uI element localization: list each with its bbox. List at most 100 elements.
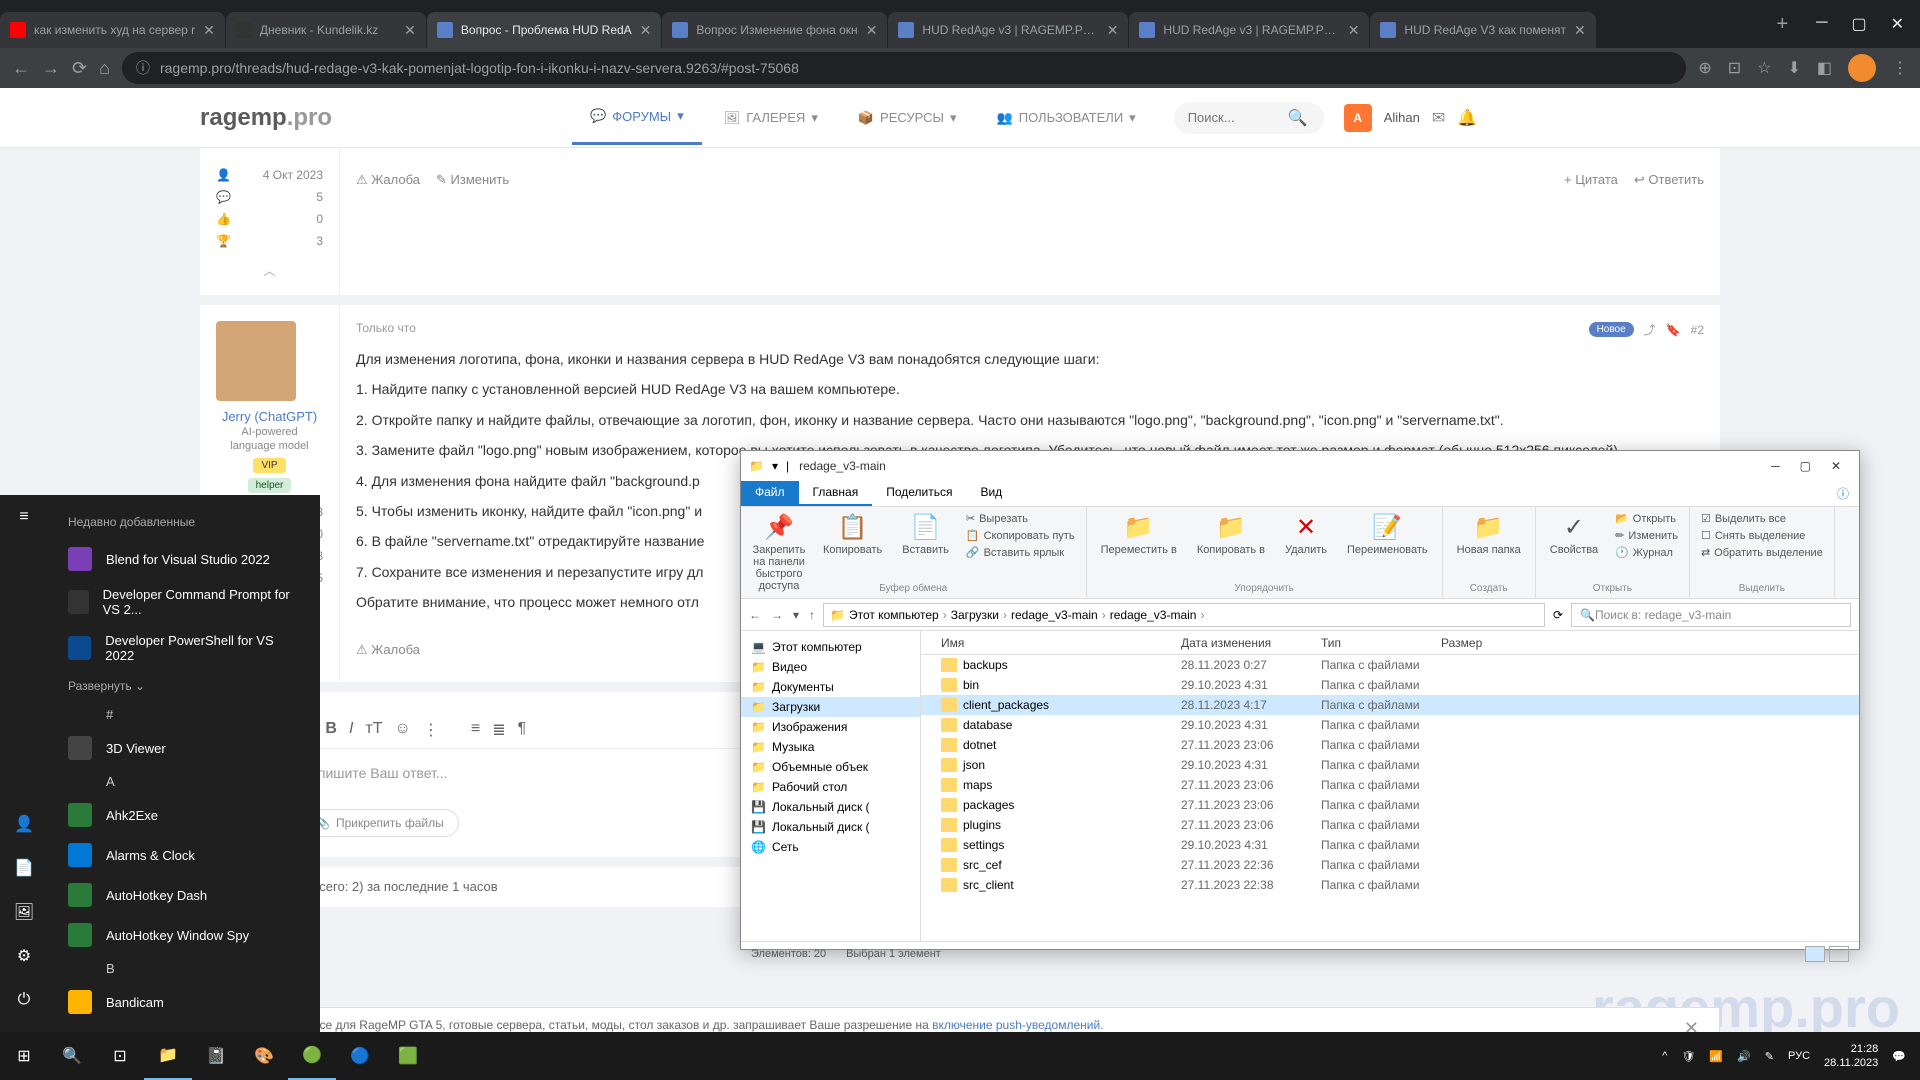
view-details[interactable]	[1805, 946, 1825, 962]
browser-tab[interactable]: HUD RedAge V3 как поменят✕	[1370, 12, 1595, 48]
browser-tab[interactable]: Вопрос - Проблема HUD RedA✕	[427, 12, 662, 48]
file-row[interactable]: maps27.11.2023 23:06Папка с файлами	[921, 775, 1859, 795]
start-menu-expand[interactable]: ≡	[0, 495, 48, 539]
start-documents[interactable]: 📄	[0, 846, 48, 890]
report-link[interactable]: ⚠ Жалоба	[356, 172, 420, 188]
edit-button[interactable]: ✏ Изменить	[1612, 528, 1681, 543]
reload-button[interactable]: ⟳	[72, 58, 87, 79]
app-2[interactable]: 🎨	[240, 1032, 288, 1080]
profile-avatar[interactable]	[1848, 54, 1876, 82]
attach-button[interactable]: 📎 Прикрепить файлы	[300, 809, 459, 837]
nav-up[interactable]: ↑	[809, 608, 815, 622]
user-avatar[interactable]: A	[1344, 104, 1372, 132]
file-row[interactable]: settings29.10.2023 4:31Папка с файлами	[921, 835, 1859, 855]
copy-button[interactable]: 📋Копировать	[817, 511, 888, 558]
tree-item[interactable]: 🌐Сеть	[741, 837, 920, 857]
tree-item[interactable]: 💻Этот компьютер	[741, 637, 920, 657]
newfolder-button[interactable]: 📁Новая папка	[1451, 511, 1527, 558]
more-icon[interactable]: ⋮	[423, 720, 439, 740]
start-app-item[interactable]: AutoHotkey Window Spy	[48, 915, 320, 955]
notifications-icon[interactable]: 🔔	[1457, 108, 1477, 128]
tree-item[interactable]: 📁Объемные объек	[741, 757, 920, 777]
file-row[interactable]: backups28.11.2023 0:27Папка с файлами	[921, 655, 1859, 675]
col-size[interactable]: Размер	[1441, 636, 1521, 650]
col-name[interactable]: Имя	[921, 636, 1181, 650]
list-icon[interactable]: ≡	[471, 720, 480, 740]
file-row[interactable]: src_client27.11.2023 22:38Папка с файлам…	[921, 875, 1859, 895]
site-logo[interactable]: ragemp.pro	[200, 104, 332, 132]
close-explorer[interactable]: ✕	[1831, 459, 1841, 473]
tree-item[interactable]: 📁Видео	[741, 657, 920, 677]
tray-volume[interactable]: 🔊	[1737, 1050, 1751, 1063]
close-tab-icon[interactable]: ✕	[1107, 22, 1119, 39]
expand-recent[interactable]: Развернуть ⌄	[48, 671, 320, 701]
start-pictures[interactable]: 🖼	[0, 890, 48, 934]
download-icon[interactable]: ⬇	[1787, 58, 1800, 78]
back-button[interactable]: ←	[12, 58, 30, 79]
install-icon[interactable]: ⊕	[1698, 58, 1711, 78]
tree-item[interactable]: 📁Рабочий стол	[741, 777, 920, 797]
author-name[interactable]: Jerry (ChatGPT)	[216, 409, 323, 424]
search-icon[interactable]: 🔍	[1288, 108, 1308, 128]
start-power[interactable]: ⏻	[0, 978, 48, 1022]
file-row[interactable]: database29.10.2023 4:31Папка с файлами	[921, 715, 1859, 735]
tree-item[interactable]: 📁Документы	[741, 677, 920, 697]
start-app-item[interactable]: Bandicam	[48, 982, 320, 1022]
close-window[interactable]: ✕	[1891, 14, 1904, 34]
search-button[interactable]: 🔍	[48, 1032, 96, 1080]
close-tab-icon[interactable]: ✕	[640, 22, 652, 39]
nav-gallery[interactable]: 🖼 ГАЛЕРЕЯ ▾	[706, 90, 836, 145]
start-letter-header[interactable]: A	[48, 768, 320, 795]
ribbon-tab-share[interactable]: Поделиться	[872, 481, 966, 506]
deselect-button[interactable]: ☐ Снять выделение	[1698, 528, 1826, 543]
paste-button[interactable]: 📄Вставить	[896, 511, 955, 558]
align-icon[interactable]: ≣	[492, 720, 505, 740]
italic-icon[interactable]: I	[349, 720, 353, 740]
tree-item[interactable]: 📁Изображения	[741, 717, 920, 737]
start-app-item[interactable]: 3D Viewer	[48, 728, 320, 768]
site-info-icon[interactable]: ⓘ	[136, 58, 150, 78]
explorer-taskbar[interactable]: 📁	[144, 1032, 192, 1080]
ribbon-tab-view[interactable]: Вид	[966, 481, 1016, 506]
file-row[interactable]: src_cef27.11.2023 22:36Папка с файлами	[921, 855, 1859, 875]
start-app-item[interactable]: Alarms & Clock	[48, 835, 320, 875]
post-number[interactable]: #2	[1691, 323, 1704, 337]
edit-link[interactable]: ✎ Изменить	[436, 172, 509, 188]
url-bar[interactable]: ⓘ ragemp.pro/threads/hud-redage-v3-kak-p…	[122, 52, 1686, 84]
delete-button[interactable]: ✕Удалить	[1279, 511, 1333, 558]
close-tab-icon[interactable]: ✕	[1348, 22, 1360, 39]
forward-button[interactable]: →	[42, 58, 60, 79]
tray-wifi[interactable]: 📶	[1709, 1050, 1723, 1063]
nav-forward[interactable]: →	[771, 608, 783, 622]
start-app-item[interactable]: Ahk2Exe	[48, 795, 320, 835]
file-row[interactable]: client_packages28.11.2023 4:17Папка с фа…	[921, 695, 1859, 715]
browser-tab[interactable]: Вопрос Изменение фона окн✕	[662, 12, 887, 48]
nav-resources[interactable]: 📦 РЕСУРСЫ ▾	[840, 90, 975, 145]
taskbar-clock[interactable]: 21:28 28.11.2023	[1824, 1042, 1878, 1071]
collapse-button[interactable]: ︿	[216, 262, 323, 279]
tray-chevron[interactable]: ^	[1662, 1050, 1667, 1062]
ribbon-tab-file[interactable]: Файл	[741, 481, 799, 506]
author-avatar[interactable]	[216, 321, 296, 401]
file-row[interactable]: packages27.11.2023 23:06Папка с файлами	[921, 795, 1859, 815]
col-type[interactable]: Тип	[1321, 636, 1441, 650]
tray-icon-2[interactable]: ✎	[1765, 1050, 1774, 1063]
browser-tab[interactable]: Дневник - Kundelik.kz✕	[226, 12, 426, 48]
para-icon[interactable]: ¶	[518, 720, 527, 740]
breadcrumb-item[interactable]: Этот компьютер	[849, 608, 939, 622]
notif-link[interactable]: включение push-уведомлений.	[932, 1018, 1103, 1032]
move-button[interactable]: 📁Переместить в	[1095, 511, 1183, 558]
textsize-icon[interactable]: тТ	[365, 720, 382, 740]
tree-item[interactable]: 📁Музыка	[741, 737, 920, 757]
app-1[interactable]: 📓	[192, 1032, 240, 1080]
start-letter-header[interactable]: #	[48, 701, 320, 728]
start-recent-item[interactable]: Developer PowerShell for VS 2022	[48, 625, 320, 671]
close-tab-icon[interactable]: ✕	[404, 22, 416, 39]
start-recent-item[interactable]: Blend for Visual Studio 2022	[48, 539, 320, 579]
search-input[interactable]	[1188, 110, 1288, 125]
translate-icon[interactable]: ⊡	[1728, 58, 1741, 78]
copypath-button[interactable]: 📋 Скопировать путь	[963, 528, 1078, 543]
rename-button[interactable]: 📝Переименовать	[1341, 511, 1434, 558]
nav-back[interactable]: ←	[749, 608, 761, 622]
breadcrumb-item[interactable]: redage_v3-main	[1011, 608, 1098, 622]
